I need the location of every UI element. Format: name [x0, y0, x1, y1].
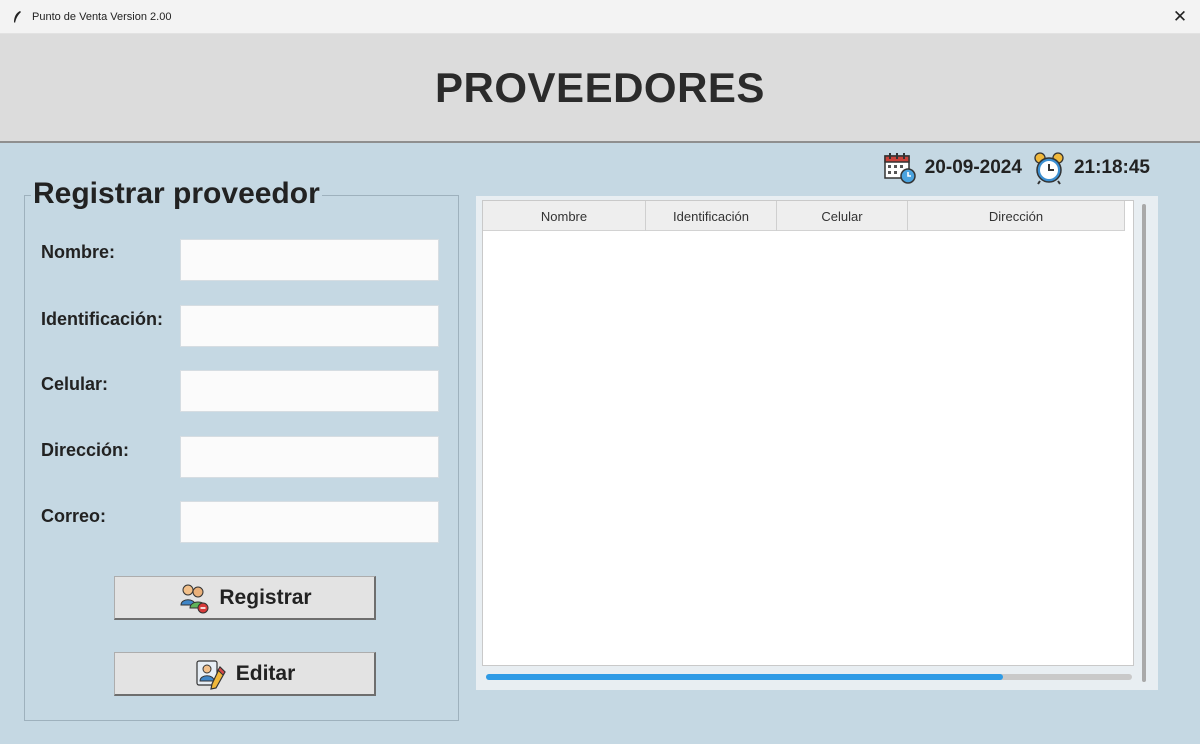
phone-label: Celular:	[41, 374, 109, 394]
alarm-clock-icon	[1032, 151, 1066, 185]
window-titlebar: Punto de Venta Version 2.00 ✕	[0, 0, 1200, 34]
add-users-icon	[177, 581, 211, 615]
phone-input[interactable]	[180, 370, 439, 412]
vertical-scrollbar-thumb[interactable]	[1142, 204, 1146, 682]
table-body[interactable]	[483, 232, 1133, 665]
table-header: Nombre Identificación Celular Dirección	[483, 201, 1125, 231]
window-title: Punto de Venta Version 2.00	[32, 10, 172, 23]
suppliers-table-container: Nombre Identificación Celular Dirección	[476, 196, 1158, 690]
suppliers-table: Nombre Identificación Celular Dirección	[482, 200, 1134, 666]
register-button-label: Registrar	[219, 585, 312, 609]
panel-title: Registrar proveedor	[31, 177, 322, 211]
time-label: 21:18:45	[1073, 157, 1150, 178]
register-supplier-panel: Registrar proveedor Nombre: Identificaci…	[24, 177, 459, 721]
identification-input[interactable]	[180, 305, 439, 347]
name-input[interactable]	[180, 239, 439, 281]
column-header-identification[interactable]: Identificación	[646, 201, 777, 231]
email-label: Correo:	[41, 506, 107, 526]
horizontal-scrollbar[interactable]	[486, 674, 1132, 680]
edit-profile-icon	[194, 657, 228, 691]
email-input[interactable]	[180, 501, 439, 543]
edit-button[interactable]: Editar	[114, 652, 376, 696]
identification-label: Identificación:	[41, 309, 164, 329]
close-button[interactable]: ✕	[1160, 0, 1200, 34]
name-label: Nombre:	[41, 242, 116, 262]
date-label: 20-09-2024	[924, 157, 1022, 178]
register-button[interactable]: Registrar	[114, 576, 376, 620]
column-header-address[interactable]: Dirección	[908, 201, 1125, 231]
address-input[interactable]	[180, 436, 439, 478]
page-title: PROVEEDORES	[435, 63, 765, 111]
page-header: PROVEEDORES	[0, 34, 1200, 143]
horizontal-scrollbar-thumb[interactable]	[486, 674, 1003, 680]
feather-icon	[12, 10, 26, 24]
datetime-display: 20-09-2024 21:18:45	[883, 150, 1160, 186]
calendar-clock-icon	[883, 151, 917, 185]
edit-button-label: Editar	[235, 661, 296, 685]
column-header-name[interactable]: Nombre	[483, 201, 646, 231]
column-header-phone[interactable]: Celular	[777, 201, 908, 231]
address-label: Dirección:	[41, 440, 130, 460]
vertical-scrollbar[interactable]	[1140, 204, 1148, 682]
